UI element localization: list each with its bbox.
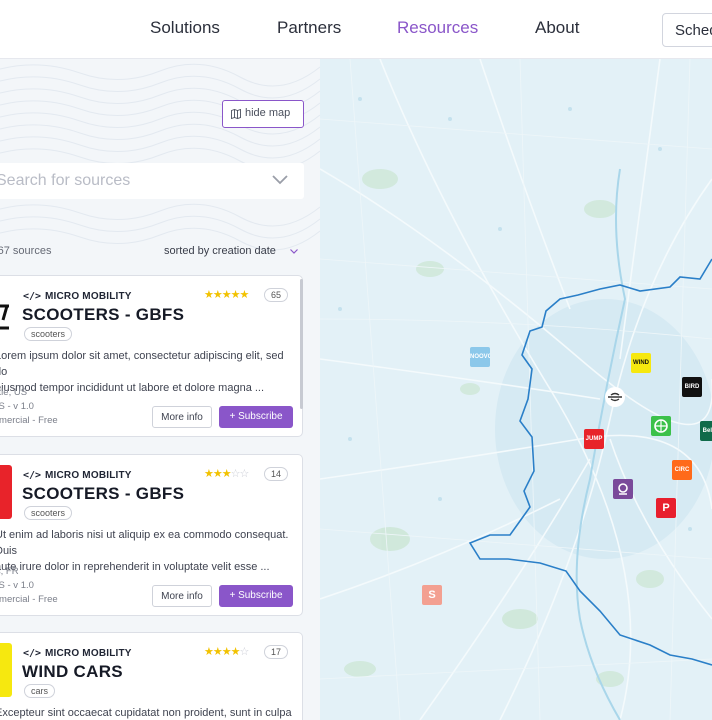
chevron-down-icon[interactable] <box>272 175 288 185</box>
subscribe-button[interactable]: + Subscribe <box>219 406 293 428</box>
rating-count: 65 <box>264 288 289 302</box>
search-input[interactable] <box>0 163 260 199</box>
rating-count: 17 <box>264 645 289 659</box>
map-marker[interactable]: S <box>422 585 442 605</box>
card-license: Commercial - Free <box>0 415 58 426</box>
map-marker[interactable]: WIND <box>631 353 651 373</box>
nav-solutions[interactable]: Solutions <box>150 18 220 38</box>
sort-dropdown[interactable]: sorted by creation date <box>164 245 298 257</box>
code-icon: </> <box>23 470 42 481</box>
mini-logo-icon <box>608 392 622 402</box>
subscribe-label: Subscribe <box>238 590 283 601</box>
map-marker[interactable]: P <box>656 498 676 518</box>
top-navigation: Solutions Partners Resources About Sched… <box>0 0 712 59</box>
map-icon <box>231 109 241 119</box>
map-marker[interactable]: BIRD <box>682 377 702 397</box>
circle-logo-icon <box>618 483 628 495</box>
description-line: Lorem ipsum dolor sit amet, consectetur … <box>0 350 284 378</box>
card-tag: scooters <box>24 506 73 520</box>
subscribe-label: Subscribe <box>238 411 283 422</box>
code-icon: </> <box>23 648 42 659</box>
card-category: MICRO MOBILITY <box>45 470 132 481</box>
map-marker[interactable]: NOOVO <box>470 347 490 367</box>
nav-resources[interactable]: Resources <box>397 18 478 38</box>
nav-partners[interactable]: Partners <box>277 18 341 38</box>
sort-label: sorted by creation date <box>164 245 276 257</box>
card-title[interactable]: SCOOTERS - GBFS <box>22 305 184 325</box>
map-view[interactable]: NOOVO WIND BIRD JUMP Belib CIRC P S <box>320 59 712 720</box>
nav-about[interactable]: About <box>535 18 579 38</box>
panel-scrollbar[interactable] <box>300 279 303 409</box>
more-info-button[interactable]: More info <box>152 585 212 607</box>
source-card[interactable]: </> MICRO MOBILITY ★★★★☆ 17 WIND CARS ca… <box>0 632 303 720</box>
card-category: MICRO MOBILITY <box>45 291 132 302</box>
card-title[interactable]: WIND CARS <box>22 662 123 682</box>
card-meta: Seattle, US GBFS - v 1.0 Commercial - Fr… <box>0 386 58 428</box>
card-tag: scooters <box>24 327 73 341</box>
map-marker[interactable] <box>651 416 671 436</box>
star-rating: ★★★☆☆ <box>204 468 249 480</box>
card-tag: cars <box>24 684 56 698</box>
more-info-button[interactable]: More info <box>152 406 212 428</box>
rating-count: 14 <box>264 467 289 481</box>
card-category: MICRO MOBILITY <box>45 648 132 659</box>
star-rating: ★★★★★ <box>204 289 249 301</box>
description-line: Excepteur sint occaecat cupidatat non pr… <box>0 707 292 719</box>
description-line: Ut enim ad laboris nisi ut aliquip ex ea… <box>0 529 289 557</box>
code-icon: </> <box>23 291 42 302</box>
map-marker[interactable] <box>613 479 633 499</box>
schedule-demo-button[interactable]: Schedule a demo <box>662 13 712 47</box>
provider-logo <box>0 465 12 519</box>
hide-map-button[interactable]: hide map <box>222 100 304 128</box>
hide-map-label: hide map <box>245 107 291 119</box>
sources-panel: hide map 567 / 567 sources sorted by cre… <box>0 59 320 720</box>
star-rating: ★★★★☆ <box>204 646 249 658</box>
card-location: Seattle, US <box>0 387 28 398</box>
search-sources <box>0 163 304 199</box>
card-meta: Paris, FR GBFS - v 1.0 Commercial - Free <box>0 565 58 607</box>
provider-logo <box>0 643 12 697</box>
card-version: GBFS - v 1.0 <box>0 580 34 591</box>
source-card[interactable]: </> MICRO MOBILITY ★★★☆☆ 14 SCOOTERS - G… <box>0 454 303 616</box>
lime-icon <box>654 419 668 433</box>
card-title[interactable]: SCOOTERS - GBFS <box>22 484 184 504</box>
subscribe-button[interactable]: + Subscribe <box>219 585 293 607</box>
map-marker[interactable]: Belib <box>700 421 712 441</box>
source-card[interactable]: </> MICRO MOBILITY ★★★★★ 65 SCOOTERS - G… <box>0 275 303 437</box>
chevron-down-icon <box>290 249 298 254</box>
provider-logo <box>0 286 12 340</box>
card-location: Paris, FR <box>0 566 19 577</box>
card-license: Commercial - Free <box>0 594 58 605</box>
card-version: GBFS - v 1.0 <box>0 401 34 412</box>
map-marker[interactable] <box>605 387 625 407</box>
map-marker[interactable]: CIRC <box>672 460 692 480</box>
card-description: Excepteur sint occaecat cupidatat non pr… <box>0 705 295 720</box>
map-canvas <box>320 59 712 720</box>
map-marker[interactable]: JUMP <box>584 429 604 449</box>
source-count: 567 / 567 sources <box>0 245 52 257</box>
